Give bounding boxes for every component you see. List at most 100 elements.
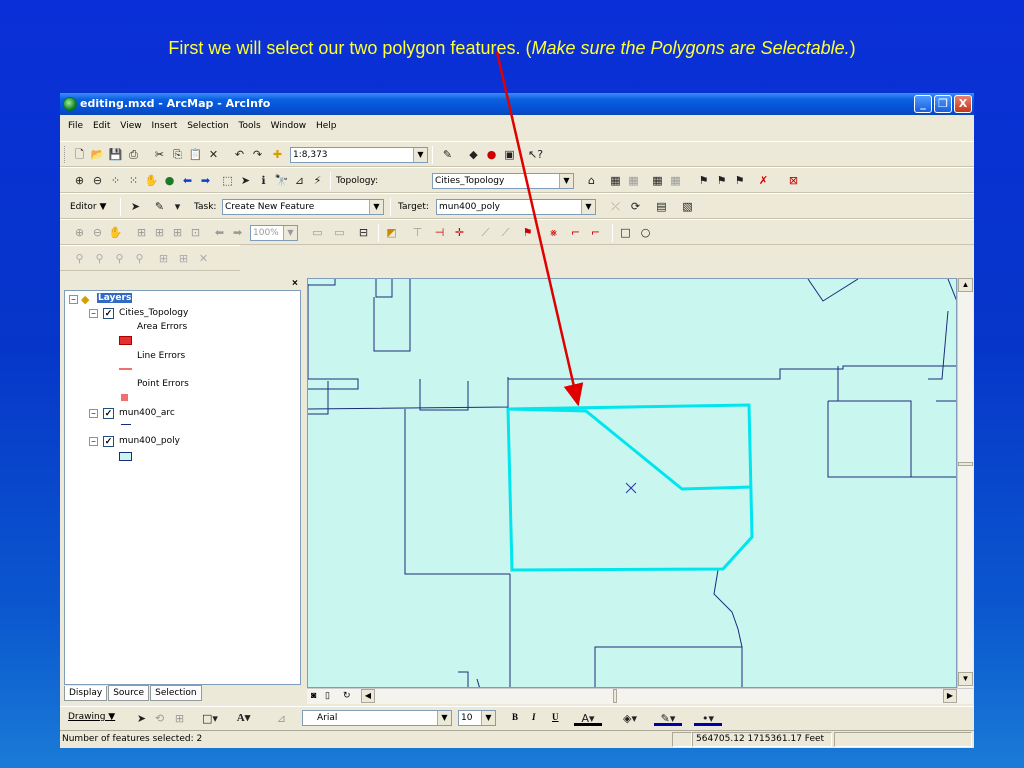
- map-canvas[interactable]: [308, 279, 957, 688]
- paste-icon[interactable]: 📋: [188, 147, 203, 162]
- find-icon[interactable]: 🔭: [274, 173, 289, 188]
- layer-mun400-arc[interactable]: mun400_arc: [119, 408, 175, 418]
- sketch-tool-icon[interactable]: ✎: [152, 199, 167, 214]
- arccatalog-icon[interactable]: ●: [484, 147, 499, 162]
- validate-all-icon[interactable]: ⚑: [732, 173, 747, 188]
- reshape-edge-icon[interactable]: ⊣: [432, 225, 447, 240]
- hyperlink-icon[interactable]: ⚡: [310, 173, 325, 188]
- font-color-icon[interactable]: A▾: [574, 711, 602, 726]
- chevron-down-icon[interactable]: ▼: [437, 711, 451, 725]
- fix-error-icon[interactable]: ✗: [756, 173, 771, 188]
- validate-selection-icon[interactable]: ⚑: [714, 173, 729, 188]
- chevron-down-icon[interactable]: ▼: [413, 148, 427, 162]
- map-scale-combo[interactable]: 1:8,373 ▼: [290, 147, 428, 163]
- line-color-icon[interactable]: ✎▾: [654, 711, 682, 726]
- map-vertical-scrollbar[interactable]: ▲ ▼: [957, 278, 973, 688]
- select-elements-icon[interactable]: ➤: [238, 173, 253, 188]
- rotate-tool-icon[interactable]: ⟳: [628, 199, 643, 214]
- layer-cities-topology[interactable]: Cities_Topology: [119, 308, 188, 318]
- fixed-zoom-in-icon[interactable]: ⁘: [108, 173, 123, 188]
- error-inspector-icon[interactable]: ⊠: [786, 173, 801, 188]
- menu-file[interactable]: File: [68, 121, 83, 131]
- close-button[interactable]: X: [954, 95, 972, 113]
- validate-icon[interactable]: ⚑: [696, 173, 711, 188]
- select-features-icon[interactable]: ⬚: [220, 173, 235, 188]
- forward-extent-icon[interactable]: ➡: [198, 173, 213, 188]
- marker-color-icon[interactable]: •▾: [694, 711, 722, 726]
- pan-icon[interactable]: ✋: [144, 173, 159, 188]
- editor-toolbar-icon[interactable]: ✎: [440, 147, 455, 162]
- italic-button[interactable]: I: [532, 712, 536, 722]
- map-topology-icon[interactable]: ⌂: [584, 173, 599, 188]
- data-view-icon[interactable]: ◙: [311, 690, 316, 700]
- toolbar-grip[interactable]: [64, 146, 67, 163]
- chevron-down-icon[interactable]: ▼: [369, 200, 383, 214]
- scroll-left-icon[interactable]: ◀: [361, 689, 375, 703]
- align-edge-icon[interactable]: ✛: [452, 225, 467, 240]
- menu-view[interactable]: View: [120, 121, 141, 131]
- mun400-arc-checkbox[interactable]: ✓: [103, 408, 114, 419]
- whats-this-icon[interactable]: ↖?: [528, 147, 543, 162]
- attributes-icon[interactable]: ▤: [654, 199, 669, 214]
- cut-icon[interactable]: ✂: [152, 147, 167, 162]
- font-size-combo[interactable]: 10 ▼: [458, 710, 496, 726]
- identify-icon[interactable]: ℹ: [256, 173, 271, 188]
- cities-topology-expander[interactable]: −: [89, 309, 98, 318]
- text-tool-icon[interactable]: A▾: [236, 711, 251, 726]
- validate-extent-icon[interactable]: ▦: [650, 173, 665, 188]
- circle-tool-icon[interactable]: ○: [638, 225, 653, 240]
- topology-combo[interactable]: Cities_Topology ▼: [432, 173, 574, 189]
- change-layout-icon[interactable]: ⊟: [356, 225, 371, 240]
- edit-tool-icon[interactable]: ➤: [128, 199, 143, 214]
- chevron-down-icon[interactable]: ▼: [581, 200, 595, 214]
- scroll-down-icon[interactable]: ▼: [958, 672, 973, 686]
- topology-error-inspector-icon[interactable]: ⌐: [588, 225, 603, 240]
- menu-edit[interactable]: Edit: [93, 121, 110, 131]
- menu-tools[interactable]: Tools: [239, 121, 261, 131]
- chevron-down-icon[interactable]: ▼: [481, 711, 495, 725]
- scroll-right-icon[interactable]: ▶: [943, 689, 957, 703]
- bold-button[interactable]: B: [512, 712, 518, 722]
- back-extent-icon[interactable]: ⬅: [180, 173, 195, 188]
- map-display[interactable]: [307, 278, 957, 688]
- minimize-button[interactable]: _: [914, 95, 932, 113]
- menu-help[interactable]: Help: [316, 121, 337, 131]
- font-name-combo[interactable]: Arial ▼: [302, 710, 452, 726]
- tab-selection[interactable]: Selection: [150, 685, 202, 701]
- save-icon[interactable]: 💾: [108, 147, 123, 162]
- toc-close-button[interactable]: ×: [292, 278, 298, 289]
- maximize-button[interactable]: ❐: [934, 95, 952, 113]
- zoom-out-icon[interactable]: ⊖: [90, 173, 105, 188]
- full-extent-icon[interactable]: ●: [162, 173, 177, 188]
- chevron-down-icon[interactable]: ▼: [559, 174, 573, 188]
- refresh-icon[interactable]: ↻: [343, 690, 351, 701]
- rectangle-draw-icon[interactable]: □▾: [202, 711, 218, 726]
- error-inspector-tool-icon[interactable]: ⚑: [520, 225, 535, 240]
- copy-icon[interactable]: ⎘: [170, 147, 185, 162]
- undo-icon[interactable]: ↶: [232, 147, 247, 162]
- delete-icon[interactable]: ✕: [206, 147, 221, 162]
- fix-topology-error-icon[interactable]: ⨳: [546, 225, 561, 240]
- mun400-poly-expander[interactable]: −: [89, 437, 98, 446]
- topology-edit-icon[interactable]: ▦: [608, 173, 623, 188]
- menu-selection[interactable]: Selection: [187, 121, 228, 131]
- menu-window[interactable]: Window: [271, 121, 307, 131]
- redo-icon[interactable]: ↷: [250, 147, 265, 162]
- underline-button[interactable]: U: [552, 712, 559, 722]
- show-shared-features-icon[interactable]: ⌐: [568, 225, 583, 240]
- mun400-poly-checkbox[interactable]: ✓: [103, 436, 114, 447]
- task-combo[interactable]: Create New Feature ▼: [222, 199, 384, 215]
- new-document-icon[interactable]: 🗋: [72, 147, 87, 162]
- layers-root[interactable]: Layers: [97, 293, 133, 303]
- target-combo[interactable]: mun400_poly ▼: [436, 199, 596, 215]
- select-elements-tool-icon[interactable]: ➤: [134, 711, 149, 726]
- command-line-icon[interactable]: ▣: [502, 147, 517, 162]
- open-folder-icon[interactable]: 📂: [90, 147, 105, 162]
- mun400-arc-expander[interactable]: −: [89, 409, 98, 418]
- vertical-scroll-thumb[interactable]: [958, 462, 973, 466]
- chevron-down-icon[interactable]: ▾: [170, 199, 185, 214]
- horizontal-scroll-thumb[interactable]: [613, 689, 617, 703]
- fixed-zoom-out-icon[interactable]: ⁙: [126, 173, 141, 188]
- drawing-menu[interactable]: Drawing ▼: [68, 712, 115, 722]
- arctoolbox-icon[interactable]: ◆: [466, 147, 481, 162]
